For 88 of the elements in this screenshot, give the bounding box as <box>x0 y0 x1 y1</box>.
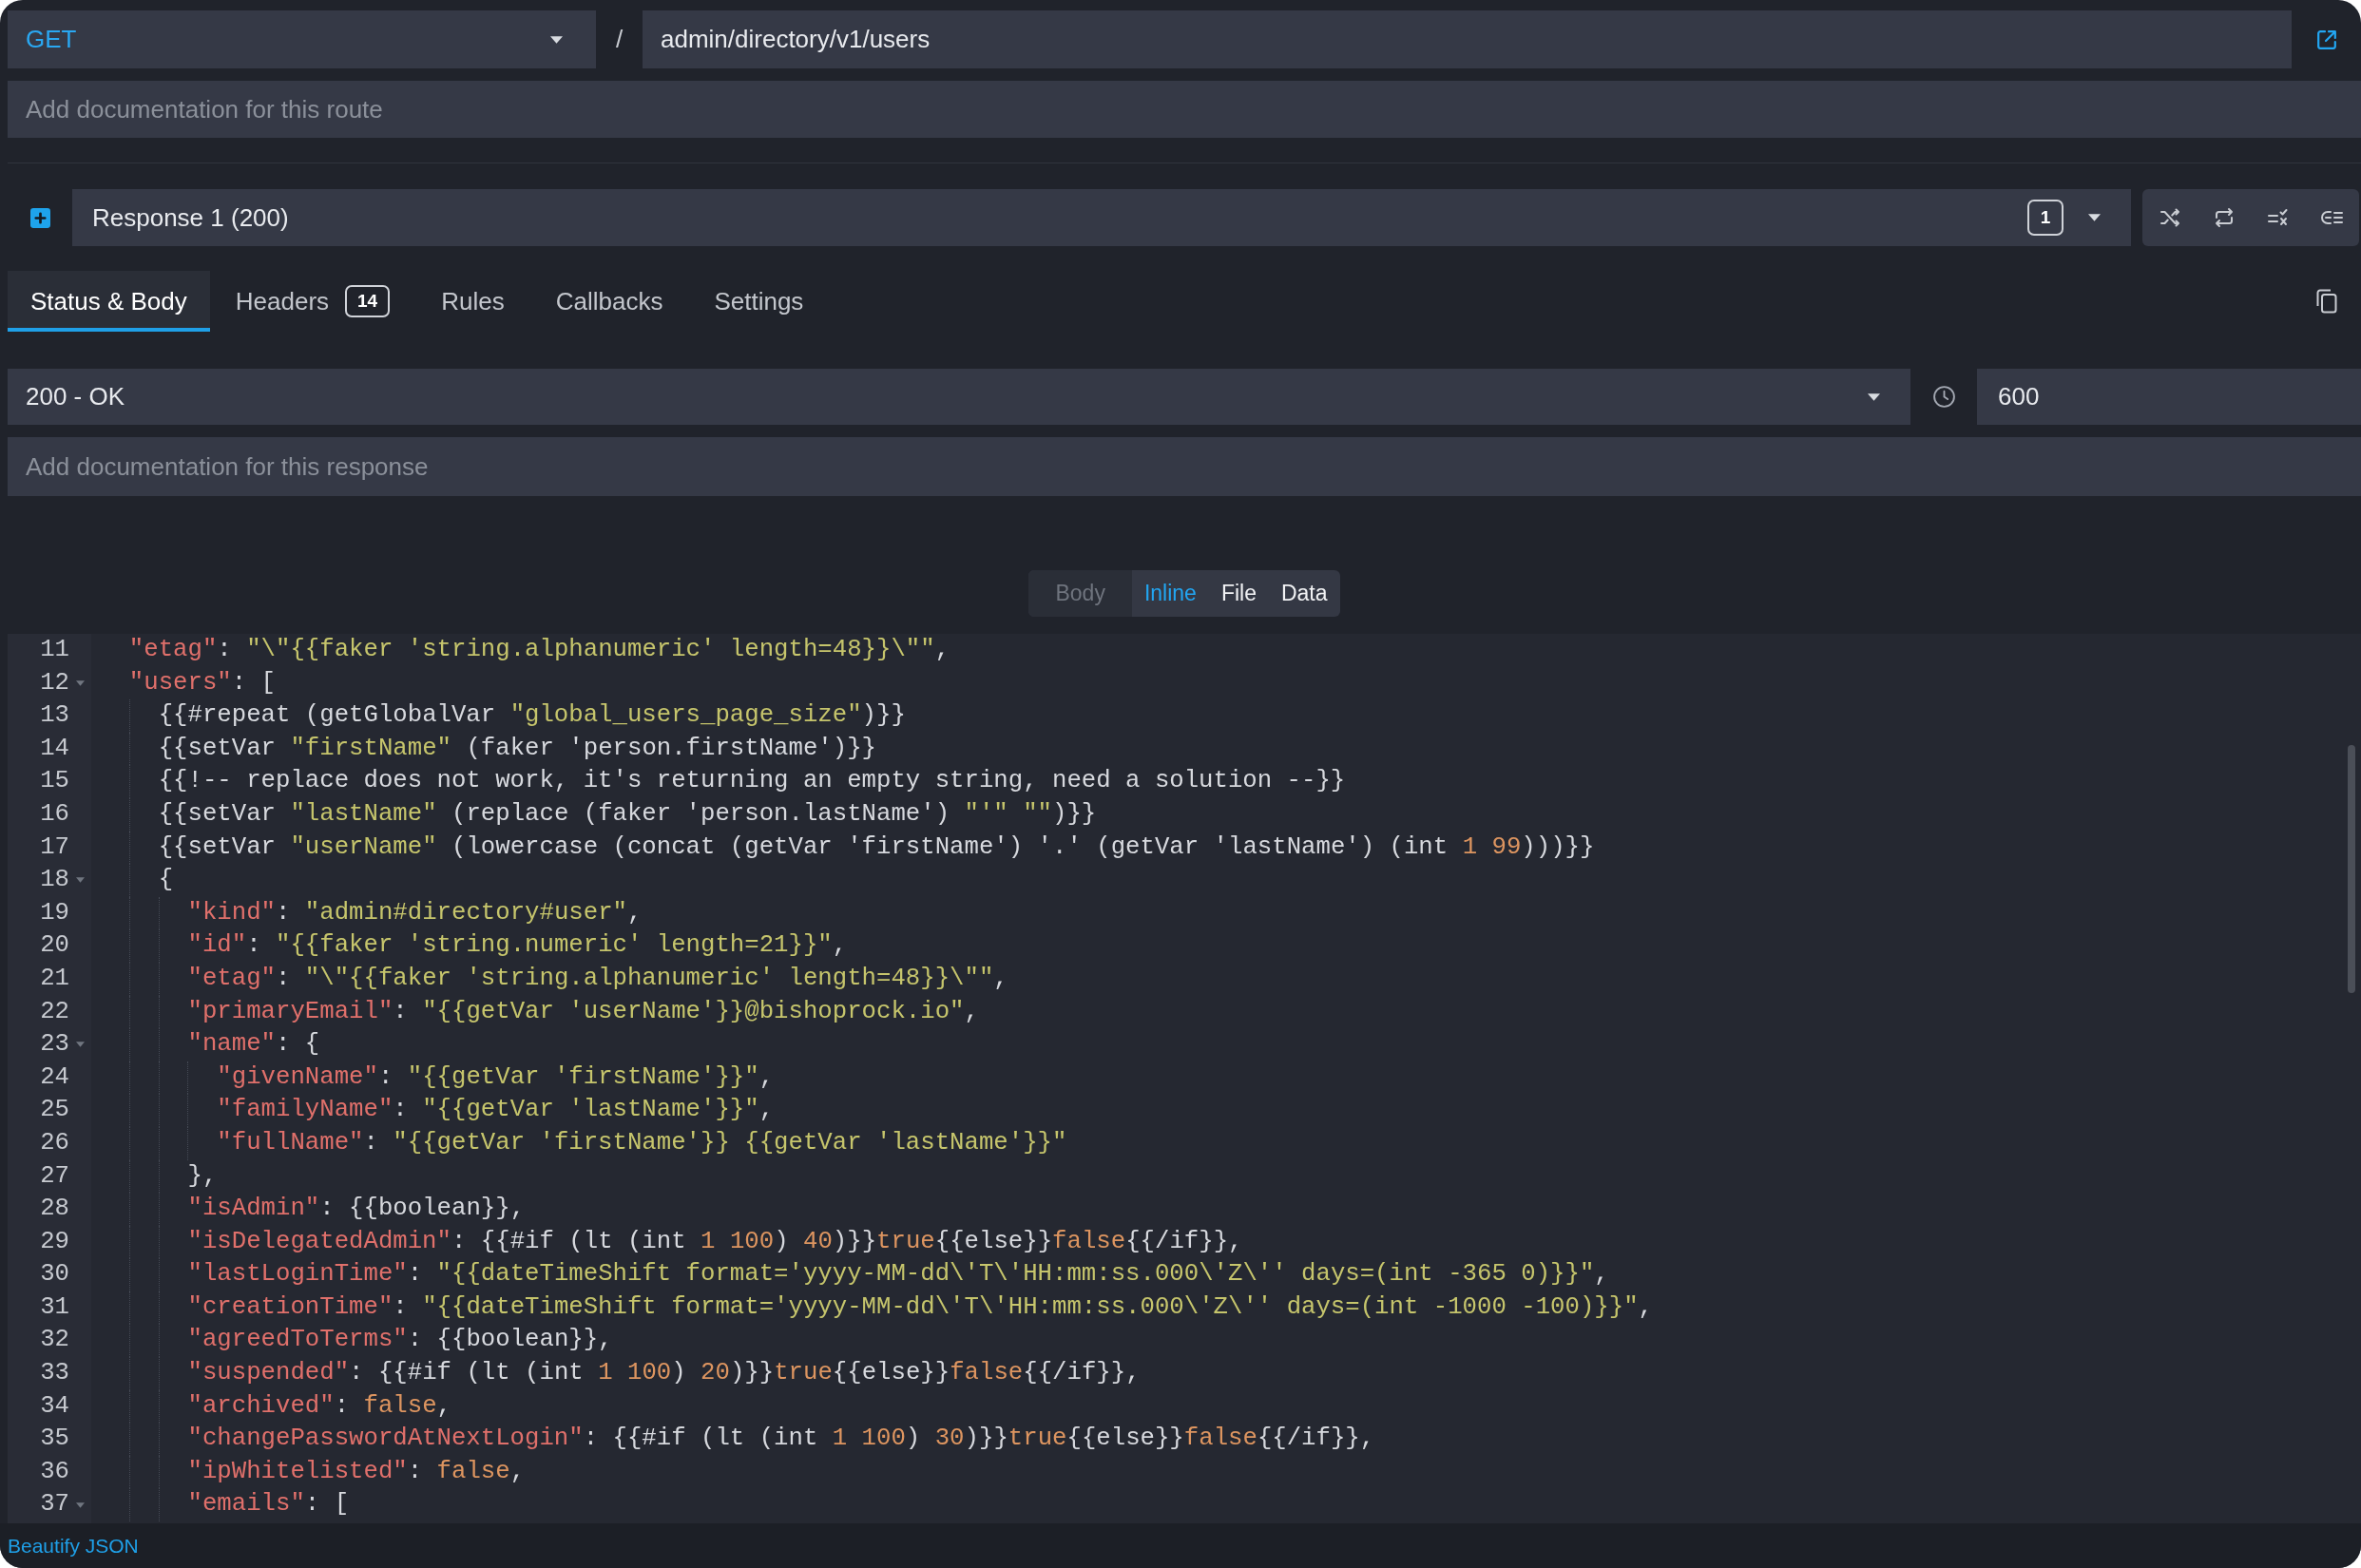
code-line: "fullName": "{{getVar 'firstName'}} {{getVar 'lastName'}}" <box>217 1127 1067 1158</box>
code-line: "primaryEmail": "{{getVar 'userName'}}@bishoprock.io", <box>187 996 979 1027</box>
code-line: "isAdmin": {{boolean}}, <box>187 1194 526 1225</box>
code-line: "isDelegatedAdmin": {{#if (lt (int 1 100) 40)}}true{{else}}false{{/if}}, <box>187 1226 1243 1257</box>
code-line: {{!-- replace does not work, it's returning an empty string, need a solution --}} <box>158 766 1346 797</box>
body-option[interactable]: Inline <box>1131 570 1209 617</box>
line-number: 33 <box>39 1358 69 1389</box>
body-option[interactable]: File <box>1208 570 1269 617</box>
tab[interactable]: Settings <box>688 271 830 332</box>
line-number: 19 <box>39 897 69 928</box>
response-doc-field[interactable]: Add documentation for this response <box>8 437 2361 496</box>
code-line: "agreedToTerms": {{boolean}}, <box>187 1325 613 1356</box>
line-number: 24 <box>39 1061 69 1093</box>
code-line: }, <box>187 1160 218 1192</box>
line-number: 13 <box>39 700 69 732</box>
line-number: 28 <box>39 1194 69 1225</box>
line-number: 18 <box>39 865 69 896</box>
beautify-link[interactable]: Beautify JSON <box>8 1530 139 1561</box>
line-number: 11 <box>39 635 69 665</box>
add-icon[interactable] <box>29 207 50 228</box>
line-number: 16 <box>39 798 69 830</box>
tab[interactable]: Status & Body <box>8 271 210 332</box>
code-line: "givenName": "{{getVar 'firstName'}}", <box>217 1061 775 1093</box>
count-badge: 1 <box>2027 200 2063 236</box>
code-line: {{#repeat (getGlobalVar "global_users_page_size")}} <box>158 700 906 732</box>
path-separator: / <box>615 24 624 55</box>
method-dropdown[interactable]: GET <box>8 10 596 68</box>
line-number: 31 <box>39 1291 69 1323</box>
tab[interactable]: Callbacks <box>529 271 689 332</box>
body-option[interactable]: Data <box>1268 570 1340 617</box>
code-line: "creationTime": "{{dateTimeShift format='yyyy-MM-dd\'T\'HH:mm:ss.000\'Z\'' days=(int -1000 -100)}}", <box>187 1291 1653 1323</box>
code-line: "ipWhitelisted": false, <box>187 1456 526 1487</box>
line-number: 35 <box>39 1424 69 1455</box>
code-line: "suspended": {{#if (lt (int 1 100) 20)}}true{{else}}false{{/if}}, <box>187 1358 1141 1389</box>
line-number: 25 <box>39 1095 69 1126</box>
line-number: 12 <box>39 667 69 698</box>
code-line: "changePasswordAtNextLogin": {{#if (lt (int 1 100) 30)}}true{{else}}false{{/if}}, <box>187 1424 1375 1455</box>
line-number: 21 <box>39 963 69 994</box>
code-line: "etag": "\"{{faker 'string.alphanumeric' length=48}}\"", <box>187 963 1008 994</box>
tab[interactable]: Headers 14 <box>209 271 416 332</box>
body-label: Body <box>1028 570 1132 617</box>
line-number: 14 <box>39 733 69 764</box>
line-number: 22 <box>39 996 69 1027</box>
route-doc-field[interactable]: Add documentation for this route <box>8 81 2361 138</box>
count-badge: 14 <box>345 285 391 317</box>
code-line: "emails": [ <box>187 1489 350 1520</box>
caret-icon <box>2088 214 2101 221</box>
fold-caret-icon[interactable] <box>76 679 85 686</box>
caret-icon <box>550 35 563 44</box>
line-number: 36 <box>39 1456 69 1487</box>
line-number: 29 <box>39 1226 69 1257</box>
line-number: 30 <box>39 1259 69 1291</box>
line-number: 15 <box>39 766 69 797</box>
line-number: 26 <box>39 1127 69 1158</box>
code-line: "familyName": "{{getVar 'lastName'}}", <box>217 1095 775 1126</box>
code-editor[interactable] <box>8 634 2361 1523</box>
external-link-icon[interactable] <box>2314 28 2338 51</box>
code-line: "name": { <box>187 1029 320 1061</box>
code-line: {{setVar "firstName" (faker 'person.firstName')}} <box>158 733 877 764</box>
latency-field[interactable]: 600 <box>1977 369 2361 425</box>
clock-icon <box>1931 385 1956 409</box>
shuffle-icon[interactable] <box>2158 206 2181 229</box>
line-number: 27 <box>39 1160 69 1192</box>
caret-icon <box>1868 392 1880 401</box>
response-dropdown[interactable]: Response 1 (200) 1 <box>72 189 2131 246</box>
code-line: "kind": "admin#directory#user", <box>187 897 643 928</box>
fold-caret-icon[interactable] <box>76 1042 85 1048</box>
fold-caret-icon[interactable] <box>76 877 85 884</box>
code-line: {{setVar "lastName" (replace (faker 'person.lastName') "'" "")}} <box>158 798 1097 830</box>
line-number: 34 <box>39 1390 69 1422</box>
line-number: 32 <box>39 1325 69 1356</box>
code-line: {{setVar "userName" (lowercase (concat (getVar 'firstName') '.' (getVar 'lastName') (int 1 99)))}} <box>158 832 1595 863</box>
code-line: "id": "{{faker 'string.numeric' length=21}}", <box>187 930 848 962</box>
status-dropdown[interactable]: 200 - OK <box>8 369 1910 425</box>
scrollbar-thumb[interactable] <box>2348 745 2355 993</box>
code-line: "etag": "\"{{faker 'string.alphanumeric' length=48}}\"", <box>128 635 950 665</box>
code-line: "users": [ <box>128 667 276 698</box>
line-number: 17 <box>39 832 69 863</box>
code-line: "lastLoginTime": "{{dateTimeShift format='yyyy-MM-dd\'T\'HH:mm:ss.000\'Z\'' days=(int -365 0)}}", <box>187 1259 1609 1291</box>
url-field[interactable]: admin/directory/v1/users <box>643 10 2292 68</box>
line-number: 37 <box>39 1489 69 1520</box>
code-line: "archived": false, <box>187 1390 451 1422</box>
copy-icon[interactable] <box>2314 289 2338 314</box>
code-line: { <box>158 865 174 896</box>
tab[interactable]: Rules <box>415 271 530 332</box>
line-number: 23 <box>39 1029 69 1061</box>
fold-caret-icon[interactable] <box>76 1501 85 1508</box>
line-number: 20 <box>39 930 69 962</box>
